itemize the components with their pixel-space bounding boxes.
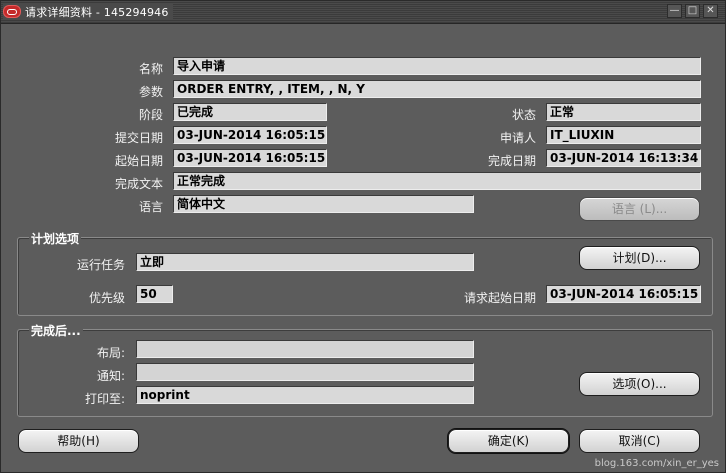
completed-date-field[interactable]: 03-JUN-2014 16:13:34 [546, 149, 701, 167]
schedule-button[interactable]: 计划(D)... [579, 246, 700, 270]
upon-completion-title: 完成后... [29, 322, 83, 339]
notify-field[interactable] [136, 363, 474, 381]
phase-field[interactable]: 已完成 [173, 103, 327, 121]
status-field[interactable]: 正常 [546, 103, 701, 121]
requestor-field[interactable]: IT_LIUXIN [546, 126, 701, 144]
language-button[interactable]: 语言 (L)... [579, 197, 700, 221]
ok-button[interactable]: 确定(K) [448, 429, 569, 453]
submitted-date-label: 提交日期 [114, 131, 163, 145]
language-field[interactable]: 简体中文 [173, 195, 474, 213]
priority-field[interactable]: 50 [136, 285, 173, 303]
oracle-logo-icon [3, 5, 21, 18]
print-to-field[interactable]: noprint [136, 386, 474, 404]
notify-label: 通知: [96, 369, 125, 383]
options-button[interactable]: 选项(O)... [579, 372, 700, 396]
params-label: 参数 [138, 85, 163, 99]
minimize-icon[interactable]: — [667, 4, 682, 18]
completed-date-label: 完成日期 [487, 154, 536, 168]
submitted-date-field[interactable]: 03-JUN-2014 16:05:15 [173, 126, 327, 144]
params-field[interactable]: ORDER ENTRY, , ITEM, , N, Y [173, 80, 701, 98]
layout-field[interactable] [136, 340, 474, 358]
title-bar[interactable]: 请求详细资料 - 145294946 — □ ✕ [1, 1, 725, 24]
run-job-label: 运行任务 [76, 258, 125, 272]
status-label: 状态 [511, 108, 536, 122]
maximize-icon[interactable]: □ [685, 4, 700, 18]
title-wrap: 请求详细资料 - 145294946 [3, 3, 173, 20]
priority-label: 优先级 [88, 291, 125, 305]
request-details-window: 请求详细资料 - 145294946 — □ ✕ 名称 导入申请 参数 ORDE… [0, 0, 726, 473]
blog-watermark: blog.163.com/xin_er_yes [594, 458, 719, 469]
run-job-field[interactable]: 立即 [136, 253, 474, 271]
cancel-button[interactable]: 取消(C) [579, 429, 700, 453]
print-to-label: 打印至: [84, 392, 125, 406]
schedule-options-title: 计划选项 [29, 230, 82, 247]
completion-text-field[interactable]: 正常完成 [173, 172, 701, 190]
window-title: 请求详细资料 - 145294946 [25, 5, 169, 19]
requested-start-label: 请求起始日期 [463, 291, 536, 305]
phase-label: 阶段 [138, 108, 163, 122]
completion-text-label: 完成文本 [114, 177, 163, 191]
start-date-label: 起始日期 [114, 154, 163, 168]
language-label: 语言 [138, 200, 163, 214]
requestor-label: 申请人 [499, 131, 536, 145]
start-date-field[interactable]: 03-JUN-2014 16:05:15 [173, 149, 327, 167]
close-icon[interactable]: ✕ [703, 4, 718, 18]
requested-start-field[interactable]: 03-JUN-2014 16:05:15 [546, 285, 701, 303]
name-field[interactable]: 导入申请 [173, 57, 701, 75]
layout-label: 布局: [96, 346, 125, 360]
name-label: 名称 [138, 62, 163, 76]
help-button[interactable]: 帮助(H) [18, 429, 139, 453]
